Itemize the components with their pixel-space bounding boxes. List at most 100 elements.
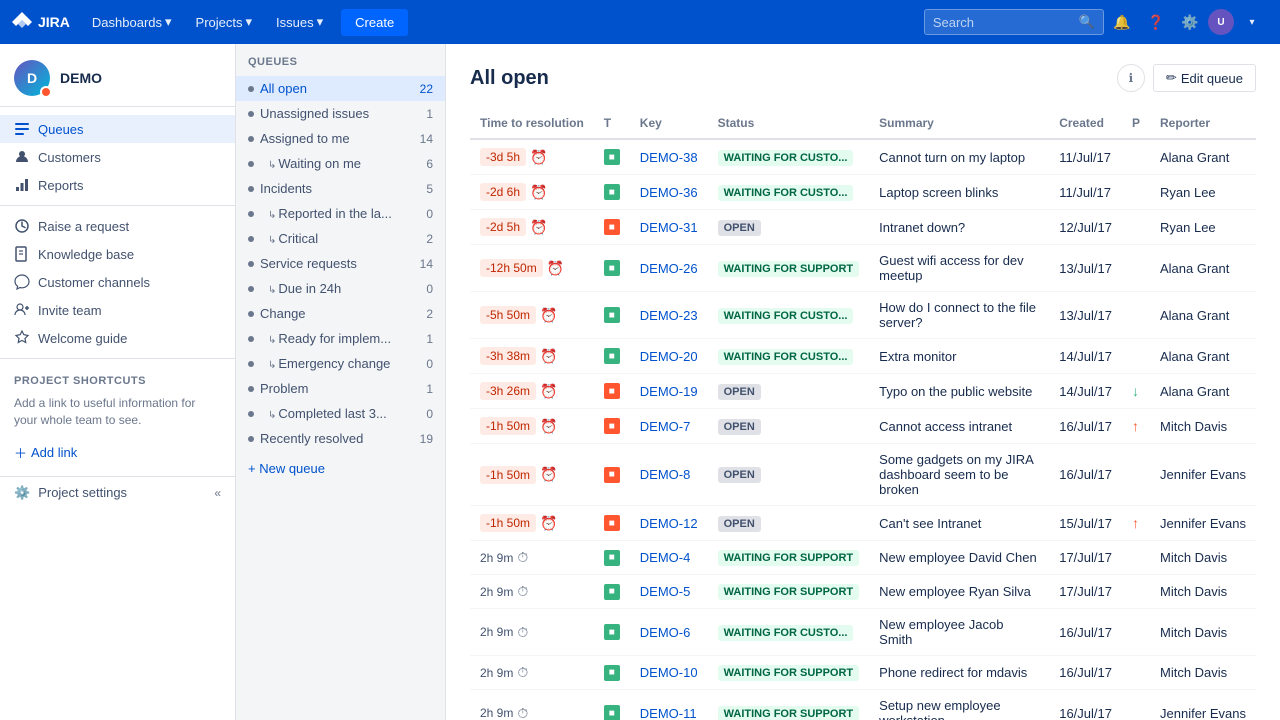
table-row[interactable]: -3h 38m ⏰ ■ DEMO-20 WAITING FOR CUSTO...… bbox=[470, 339, 1256, 374]
table-row[interactable]: 2h 9m ⏱ ■ DEMO-11 WAITING FOR SUPPORT Se… bbox=[470, 690, 1256, 720]
info-button[interactable]: ℹ bbox=[1117, 64, 1145, 92]
sidebar-item-welcome-guide[interactable]: Welcome guide bbox=[0, 324, 235, 352]
table-row[interactable]: 2h 9m ⏱ ■ DEMO-10 WAITING FOR SUPPORT Ph… bbox=[470, 656, 1256, 690]
sidebar-item-customer-channels[interactable]: Customer channels bbox=[0, 268, 235, 296]
queue-item-assigned[interactable]: Assigned to me 14 bbox=[236, 126, 445, 151]
sidebar-item-reports[interactable]: Reports bbox=[0, 171, 235, 199]
table-row[interactable]: -12h 50m ⏰ ■ DEMO-26 WAITING FOR SUPPORT… bbox=[470, 245, 1256, 292]
table-row[interactable]: -3h 26m ⏰ ■ DEMO-19 OPEN Typo on the pub… bbox=[470, 374, 1256, 409]
key-cell[interactable]: DEMO-38 bbox=[630, 139, 708, 175]
dashboards-menu[interactable]: Dashboards ▾ bbox=[82, 0, 182, 44]
queue-item-waiting[interactable]: ↳Waiting on me 6 bbox=[236, 151, 445, 176]
issue-key-link[interactable]: DEMO-4 bbox=[640, 550, 691, 565]
queue-item-change[interactable]: Change 2 bbox=[236, 301, 445, 326]
queue-item-completed[interactable]: ↳Completed last 3... 0 bbox=[236, 401, 445, 426]
collapse-sidebar-icon[interactable]: « bbox=[214, 486, 221, 500]
issue-key-link[interactable]: DEMO-20 bbox=[640, 349, 698, 364]
issue-key-link[interactable]: DEMO-10 bbox=[640, 665, 698, 680]
time-cell: 2h 9m ⏱ bbox=[470, 541, 594, 575]
key-cell[interactable]: DEMO-10 bbox=[630, 656, 708, 690]
table-row[interactable]: -2d 5h ⏰ ■ DEMO-31 OPEN Intranet down? 1… bbox=[470, 210, 1256, 245]
queue-item-all-open[interactable]: All open 22 bbox=[236, 76, 445, 101]
issue-key-link[interactable]: DEMO-38 bbox=[640, 150, 698, 165]
table-row[interactable]: -1h 50m ⏰ ■ DEMO-7 OPEN Cannot access in… bbox=[470, 409, 1256, 444]
issue-key-link[interactable]: DEMO-6 bbox=[640, 625, 691, 640]
queue-item-recently-resolved[interactable]: Recently resolved 19 bbox=[236, 426, 445, 451]
key-cell[interactable]: DEMO-36 bbox=[630, 175, 708, 210]
summary-cell: How do I connect to the file server? bbox=[869, 292, 1049, 339]
edit-queue-button[interactable]: ✏ Edit queue bbox=[1153, 64, 1256, 92]
key-cell[interactable]: DEMO-20 bbox=[630, 339, 708, 374]
queue-item-service[interactable]: Service requests 14 bbox=[236, 251, 445, 276]
issue-key-link[interactable]: DEMO-7 bbox=[640, 419, 691, 434]
sidebar-item-customers[interactable]: Customers bbox=[0, 143, 235, 171]
sidebar-item-knowledge-base[interactable]: Knowledge base bbox=[0, 240, 235, 268]
status-cell: WAITING FOR SUPPORT bbox=[708, 690, 870, 720]
projects-menu[interactable]: Projects ▾ bbox=[186, 0, 263, 44]
top-navigation: JIRA Dashboards ▾ Projects ▾ Issues ▾ Cr… bbox=[0, 0, 1280, 44]
key-cell[interactable]: DEMO-26 bbox=[630, 245, 708, 292]
key-cell[interactable]: DEMO-19 bbox=[630, 374, 708, 409]
table-row[interactable]: 2h 9m ⏱ ■ DEMO-5 WAITING FOR SUPPORT New… bbox=[470, 575, 1256, 609]
sidebar-item-queues[interactable]: Queues bbox=[0, 115, 235, 143]
user-avatar[interactable]: U bbox=[1208, 9, 1234, 35]
issues-menu[interactable]: Issues ▾ bbox=[266, 0, 333, 44]
issue-key-link[interactable]: DEMO-26 bbox=[640, 261, 698, 276]
new-queue-button[interactable]: + New queue bbox=[236, 455, 445, 482]
add-link-button[interactable]: ＋ Add link bbox=[0, 437, 235, 468]
issue-key-link[interactable]: DEMO-8 bbox=[640, 467, 691, 482]
table-row[interactable]: -2d 6h ⏰ ■ DEMO-36 WAITING FOR CUSTO... … bbox=[470, 175, 1256, 210]
user-menu-chevron[interactable]: ▾ bbox=[1236, 6, 1268, 38]
notifications-icon[interactable]: 🔔 bbox=[1106, 6, 1138, 38]
settings-icon[interactable]: ⚙️ bbox=[1174, 6, 1206, 38]
queue-item-due24[interactable]: ↳Due in 24h 0 bbox=[236, 276, 445, 301]
issue-key-link[interactable]: DEMO-19 bbox=[640, 384, 698, 399]
issue-key-link[interactable]: DEMO-11 bbox=[640, 706, 697, 720]
queue-item-unassigned[interactable]: Unassigned issues 1 bbox=[236, 101, 445, 126]
queue-item-critical[interactable]: ↳Critical 2 bbox=[236, 226, 445, 251]
type-cell: ■ bbox=[594, 656, 630, 690]
issue-key-link[interactable]: DEMO-31 bbox=[640, 220, 698, 235]
status-badge: OPEN bbox=[718, 384, 761, 400]
sidebar-item-raise-request[interactable]: Raise a request bbox=[0, 212, 235, 240]
key-cell[interactable]: DEMO-8 bbox=[630, 444, 708, 506]
key-cell[interactable]: DEMO-4 bbox=[630, 541, 708, 575]
key-cell[interactable]: DEMO-6 bbox=[630, 609, 708, 656]
key-cell[interactable]: DEMO-7 bbox=[630, 409, 708, 444]
issue-key-link[interactable]: DEMO-36 bbox=[640, 185, 698, 200]
queue-item-reported[interactable]: ↳Reported in the la... 0 bbox=[236, 201, 445, 226]
search-input[interactable] bbox=[933, 15, 1073, 30]
table-row[interactable]: 2h 9m ⏱ ■ DEMO-4 WAITING FOR SUPPORT New… bbox=[470, 541, 1256, 575]
queue-item-emergency[interactable]: ↳Emergency change 0 bbox=[236, 351, 445, 376]
priority-cell: ↑ bbox=[1122, 409, 1150, 444]
project-settings-button[interactable]: ⚙️ Project settings « bbox=[0, 476, 235, 509]
time-icon: ⏰ bbox=[530, 184, 547, 201]
table-row[interactable]: -3d 5h ⏰ ■ DEMO-38 WAITING FOR CUSTO... … bbox=[470, 139, 1256, 175]
type-icon: ■ bbox=[604, 383, 620, 399]
create-button[interactable]: Create bbox=[341, 9, 408, 36]
time-cell: -1h 50m ⏰ bbox=[470, 444, 594, 506]
key-cell[interactable]: DEMO-12 bbox=[630, 506, 708, 541]
queue-item-ready[interactable]: ↳Ready for implem... 1 bbox=[236, 326, 445, 351]
key-cell[interactable]: DEMO-23 bbox=[630, 292, 708, 339]
issue-key-link[interactable]: DEMO-23 bbox=[640, 308, 698, 323]
time-cell: -5h 50m ⏰ bbox=[470, 292, 594, 339]
issue-key-link[interactable]: DEMO-5 bbox=[640, 584, 691, 599]
table-row[interactable]: -5h 50m ⏰ ■ DEMO-23 WAITING FOR CUSTO...… bbox=[470, 292, 1256, 339]
queue-item-problem[interactable]: Problem 1 bbox=[236, 376, 445, 401]
issue-key-link[interactable]: DEMO-12 bbox=[640, 516, 698, 531]
key-cell[interactable]: DEMO-11 bbox=[630, 690, 708, 720]
time-value: -3d 5h bbox=[480, 148, 526, 166]
table-row[interactable]: 2h 9m ⏱ ■ DEMO-6 WAITING FOR CUSTO... Ne… bbox=[470, 609, 1256, 656]
sidebar-divider-2 bbox=[0, 358, 235, 359]
time-cell: -3h 38m ⏰ bbox=[470, 339, 594, 374]
table-row[interactable]: -1h 50m ⏰ ■ DEMO-8 OPEN Some gadgets on … bbox=[470, 444, 1256, 506]
queue-item-incidents[interactable]: Incidents 5 bbox=[236, 176, 445, 201]
key-cell[interactable]: DEMO-5 bbox=[630, 575, 708, 609]
sidebar-item-invite-team[interactable]: Invite team bbox=[0, 296, 235, 324]
add-link-icon: ＋ bbox=[14, 443, 27, 462]
jira-logo[interactable]: JIRA bbox=[12, 12, 70, 32]
help-icon[interactable]: ❓ bbox=[1140, 6, 1172, 38]
table-row[interactable]: -1h 50m ⏰ ■ DEMO-12 OPEN Can't see Intra… bbox=[470, 506, 1256, 541]
key-cell[interactable]: DEMO-31 bbox=[630, 210, 708, 245]
